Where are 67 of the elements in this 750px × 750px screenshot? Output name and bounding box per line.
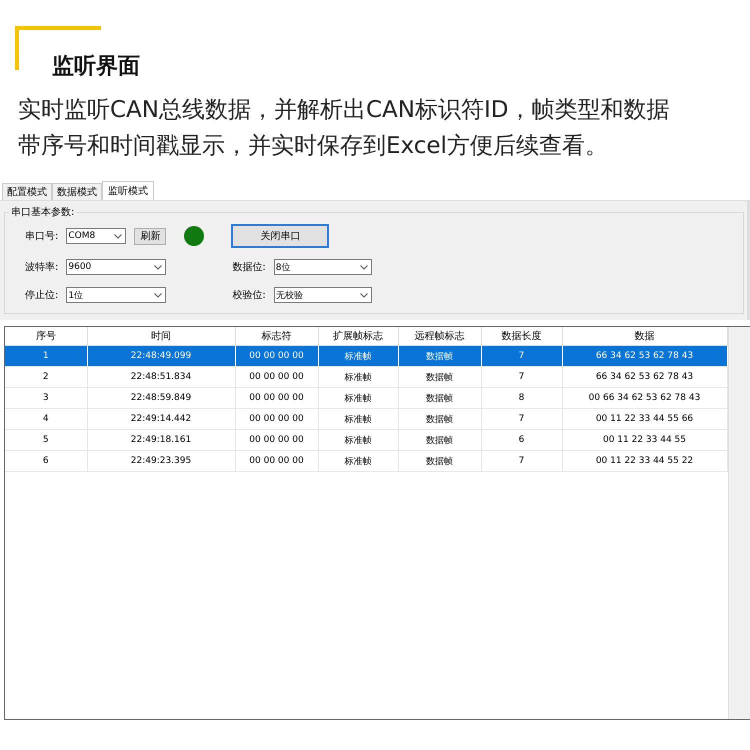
table-cell: 标准帧: [318, 366, 398, 388]
dropdown[interactable]: 无校验: [274, 287, 372, 303]
field-label: 波特率:: [25, 260, 58, 274]
table-cell: 00 11 22 33 44 55: [562, 430, 727, 450]
scrollbar-track[interactable]: [728, 327, 750, 719]
caret-icon: [360, 292, 368, 298]
table-cell: 66 34 62 53 62 78 43: [562, 346, 727, 366]
table-cell: 7: [481, 450, 562, 472]
section-title: 监听界面: [52, 53, 141, 81]
table-cell: 数据帧: [398, 450, 481, 472]
dropdown[interactable]: COM8: [66, 228, 126, 244]
table-cell: 00 00 00 00: [235, 450, 318, 472]
table-cell: 数据帧: [398, 388, 481, 408]
table-cell: 3: [5, 388, 87, 408]
dropdown[interactable]: 9600: [66, 259, 166, 275]
caret-icon: [154, 292, 162, 298]
table-cell: 6: [481, 430, 562, 450]
table-cell: 数据帧: [398, 366, 481, 388]
table-cell: 00 00 00 00: [235, 366, 318, 388]
table-cell: 22:49:18.161: [87, 430, 235, 450]
dropdown[interactable]: 1位: [66, 287, 166, 303]
table-cell: 标准帧: [318, 450, 398, 472]
dropdown[interactable]: 8位: [274, 259, 372, 275]
table-cell: 22:48:59.849: [87, 388, 235, 408]
table-cell: 66 34 62 53 62 78 43: [562, 366, 727, 388]
refresh-button[interactable]: 刷新: [134, 228, 166, 244]
table-cell: 22:49:23.395: [87, 450, 235, 472]
group-title: 串口基本参数:: [10, 206, 76, 219]
table-cell: 5: [5, 430, 87, 450]
table-cell: 4: [5, 408, 87, 430]
table-cell: 数据帧: [398, 430, 481, 450]
table-cell: 00 00 00 00: [235, 346, 318, 366]
table-cell: 00 00 00 00: [235, 388, 318, 408]
table-cell: 7: [481, 408, 562, 430]
table-cell: 数据帧: [398, 346, 481, 366]
table-cell: 标准帧: [318, 346, 398, 366]
table-cell: 00 66 34 62 53 62 78 43: [562, 388, 727, 408]
table-cell: 6: [5, 450, 87, 472]
table-cell: 标准帧: [318, 408, 398, 430]
table-cell: 1: [5, 346, 87, 366]
description-text: 实时监听CAN总线数据，并解析出CAN标识符ID，帧类型和数据: [18, 96, 670, 125]
field-label: 停止位:: [25, 288, 58, 302]
table-cell: 标准帧: [318, 388, 398, 408]
table-cell: 标准帧: [318, 430, 398, 450]
tab[interactable]: 数据模式: [52, 183, 102, 200]
caret-icon: [114, 234, 122, 238]
table-cell: 00 11 22 33 44 55 22: [562, 450, 727, 472]
table-cell: 00 11 22 33 44 55 66: [562, 408, 727, 430]
table-cell: 数据帧: [398, 408, 481, 430]
table-cell: 7: [481, 366, 562, 388]
table-cell: 8: [481, 388, 562, 408]
table-cell: 00 00 00 00: [235, 430, 318, 450]
table-cell: 2: [5, 366, 87, 388]
caret-icon: [154, 264, 162, 270]
table-cell: 22:48:51.834: [87, 366, 235, 388]
field-label: 串口号:: [25, 230, 58, 243]
tab[interactable]: 监听模式: [102, 181, 154, 200]
table-cell: 00 00 00 00: [235, 408, 318, 430]
table-cell: 22:49:14.442: [87, 408, 235, 430]
table-cell: 7: [481, 346, 562, 366]
tab[interactable]: 配置模式: [2, 183, 52, 200]
caret-icon: [360, 264, 368, 270]
field-label: 数据位:: [232, 261, 266, 274]
field-label: 校验位:: [232, 288, 266, 302]
close-port-button[interactable]: 关闭串口: [232, 225, 328, 247]
table-cell: 22:48:49.099: [87, 346, 235, 366]
description-text: 带序号和时间戳显示，并实时保存到Excel方便后续查看。: [18, 132, 609, 161]
